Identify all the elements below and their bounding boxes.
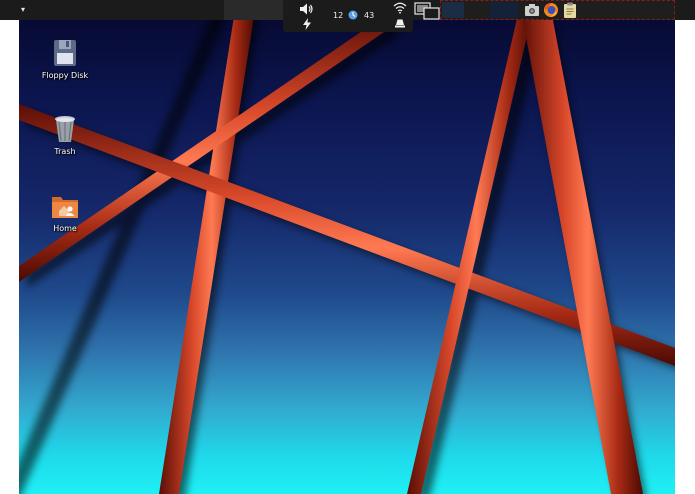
- wallpaper-beams: [19, 20, 675, 494]
- desktop-icon-label: Trash: [54, 147, 76, 156]
- volume-icon[interactable]: [299, 2, 313, 16]
- desktop-icon-trash[interactable]: Trash: [30, 114, 100, 160]
- beam-left: [159, 20, 254, 494]
- wifi-icon[interactable]: [393, 2, 407, 14]
- clipboard-icon[interactable]: [562, 2, 578, 18]
- desktop-background[interactable]: [19, 20, 675, 494]
- left-border: [0, 0, 19, 494]
- task-list-item[interactable]: [490, 2, 518, 18]
- status-popup: 12 43: [283, 0, 413, 32]
- clock-icon[interactable]: [348, 10, 358, 20]
- beam-thick-right: [522, 20, 643, 494]
- clock-hours: 12: [333, 11, 344, 20]
- screenshot-icon[interactable]: [524, 2, 540, 18]
- clock-minutes: 43: [364, 11, 375, 20]
- power-icon[interactable]: [302, 18, 312, 30]
- trash-icon: [51, 114, 79, 144]
- eject-icon[interactable]: [394, 18, 406, 28]
- floppy-disk-icon: [51, 38, 79, 68]
- screens-icon[interactable]: [414, 2, 440, 20]
- panel-section: [224, 0, 284, 20]
- firefox-icon[interactable]: [543, 2, 559, 18]
- home-folder-icon: [51, 191, 79, 221]
- desktop-icon-floppy-disk[interactable]: Floppy Disk: [30, 38, 100, 84]
- desktop-icon-label: Floppy Disk: [41, 71, 89, 80]
- task-list-item[interactable]: [442, 2, 464, 18]
- screen: Floppy Disk Trash Home ▾ 12 43: [0, 0, 695, 494]
- desktop-icon-home[interactable]: Home: [30, 191, 100, 237]
- desktop-icon-label: Home: [53, 224, 77, 233]
- right-border: [675, 0, 695, 494]
- menu-arrow-icon[interactable]: ▾: [18, 4, 28, 16]
